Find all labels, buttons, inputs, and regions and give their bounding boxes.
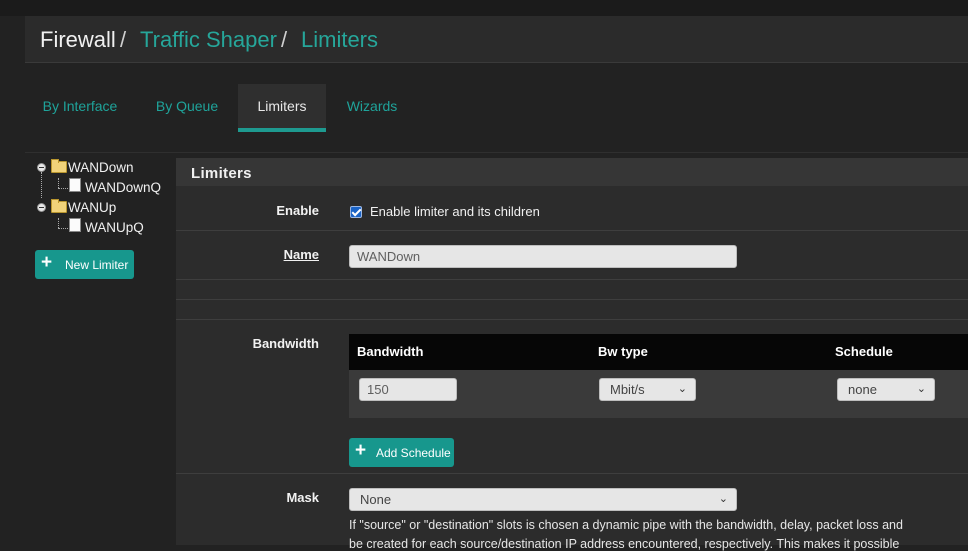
bandwidth-table-header: Bandwidth Bw type Schedule — [349, 334, 968, 370]
column-bandwidth: Bandwidth — [357, 344, 424, 359]
name-label: Name — [283, 247, 319, 262]
folder-open-icon — [51, 159, 67, 173]
chevron-down-icon: ⌄ — [916, 383, 926, 395]
breadcrumb-traffic-shaper[interactable]: Traffic Shaper — [140, 27, 277, 53]
tree-connector — [41, 172, 42, 198]
spacer-row — [176, 299, 968, 320]
chevron-down-icon: ⌄ — [677, 383, 687, 395]
enable-label: Enable — [276, 203, 319, 218]
breadcrumb-separator: / — [120, 27, 127, 52]
top-navbar — [0, 0, 968, 16]
collapse-icon[interactable] — [37, 163, 46, 172]
tree-connector — [58, 228, 68, 229]
folder-open-icon — [51, 199, 67, 213]
spacer-row — [176, 279, 968, 300]
tab-by-queue[interactable]: By Queue — [145, 84, 229, 132]
name-row: Name WANDown — [176, 230, 968, 280]
enable-row: Enable Enable limiter and its children — [176, 186, 968, 230]
tree-item-wandownq[interactable]: WANDownQ — [85, 179, 161, 197]
enable-checkbox-label[interactable]: Enable limiter and its children — [370, 204, 540, 219]
add-schedule-label: Add Schedule — [376, 446, 451, 460]
mask-select[interactable]: None ⌄ — [349, 488, 737, 511]
document-icon — [69, 178, 81, 192]
tree-connector — [58, 178, 59, 188]
mask-label: Mask — [286, 490, 319, 505]
tab-wizards[interactable]: Wizards — [337, 84, 407, 132]
enable-checkbox[interactable] — [350, 206, 362, 218]
plus-icon: + — [41, 252, 53, 273]
column-bw-type: Bw type — [598, 344, 648, 359]
tab-bar: By Interface By Queue Limiters Wizards — [25, 84, 968, 132]
plus-icon: + — [355, 440, 367, 461]
document-icon — [69, 218, 81, 232]
bw-type-value: Mbit/s — [610, 382, 645, 397]
chevron-down-icon: ⌄ — [718, 493, 728, 505]
column-schedule: Schedule — [835, 344, 893, 359]
tab-by-interface[interactable]: By Interface — [25, 84, 135, 132]
collapse-icon[interactable] — [37, 203, 46, 212]
panel-header: Limiters — [176, 158, 968, 186]
breadcrumb-limiters[interactable]: Limiters — [301, 27, 378, 53]
panel-title: Limiters — [191, 165, 252, 182]
bandwidth-label: Bandwidth — [252, 336, 319, 351]
breadcrumb-separator: / — [281, 27, 288, 52]
tree-connector — [58, 188, 68, 189]
divider — [25, 152, 968, 153]
schedule-select[interactable]: none ⌄ — [837, 378, 935, 401]
name-input[interactable]: WANDown — [349, 245, 737, 268]
bw-type-select[interactable]: Mbit/s ⌄ — [599, 378, 696, 401]
mask-value: None — [360, 492, 392, 507]
tab-limiters[interactable]: Limiters — [238, 84, 326, 132]
schedule-value: none — [848, 382, 877, 397]
breadcrumb-firewall: Firewall — [40, 27, 116, 52]
tree-connector — [58, 218, 59, 228]
mask-help-text: If "source" or "destination" slots is ch… — [349, 518, 903, 532]
tree-item-wanup[interactable]: WANUp — [68, 199, 116, 217]
tree-item-wanupq[interactable]: WANUpQ — [85, 219, 144, 237]
limiter-panel: Limiters Enable Enable limiter and its c… — [176, 158, 968, 551]
add-schedule-button[interactable]: + Add Schedule — [349, 438, 454, 467]
mask-help-text-2: be created for each source/destination I… — [349, 537, 900, 551]
tree-item-wandown[interactable]: WANDown — [68, 159, 134, 177]
new-limiter-label: New Limiter — [65, 258, 129, 272]
mask-row: Mask None ⌄ If "source" or "destination"… — [176, 473, 968, 551]
bandwidth-input[interactable]: 150 — [359, 378, 457, 401]
bandwidth-table: Bandwidth Bw type Schedule 150 Mbit/s ⌄ … — [349, 334, 968, 418]
page-title-bar: Firewall / Traffic Shaper / Limiters — [25, 16, 968, 63]
new-limiter-button[interactable]: + New Limiter — [35, 250, 134, 279]
